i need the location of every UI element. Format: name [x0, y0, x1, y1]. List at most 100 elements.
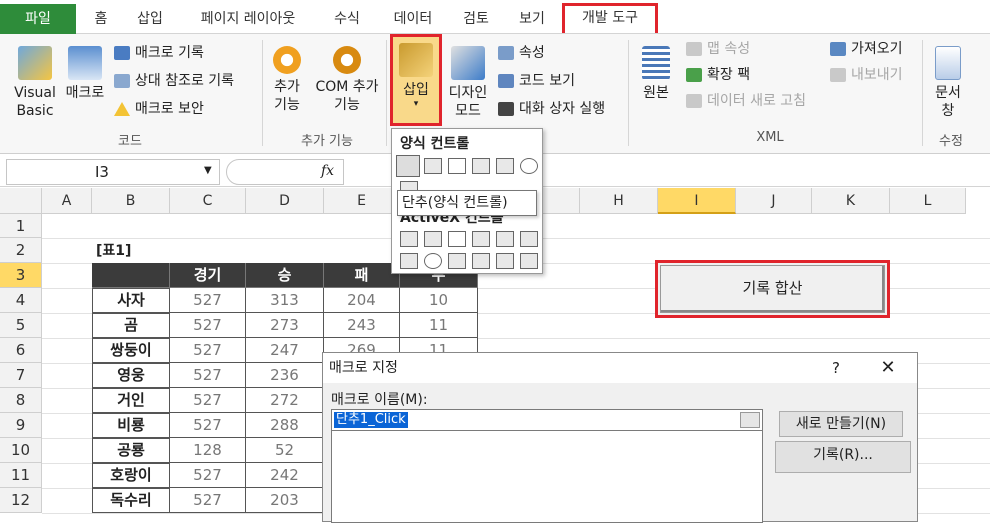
table-row-name[interactable]: 공룡	[92, 438, 170, 463]
row-header-8[interactable]: 8	[0, 388, 42, 413]
form-spin-button-icon[interactable]	[472, 158, 490, 174]
form-checkbox-icon[interactable]	[448, 158, 466, 174]
form-button-control[interactable]	[396, 155, 420, 177]
table-cell[interactable]: 273	[246, 313, 324, 338]
design-mode-button[interactable]: 디자인 모드	[444, 46, 492, 120]
row-header-4[interactable]: 4	[0, 288, 42, 313]
new-macro-button[interactable]: 새로 만들기(N)	[779, 411, 903, 437]
table-cell[interactable]: 288	[246, 413, 324, 438]
table-cell[interactable]: 527	[170, 313, 246, 338]
table-cell[interactable]: 243	[324, 313, 400, 338]
tab-home[interactable]: 홈	[84, 6, 118, 34]
fx-icon[interactable]: fx	[321, 163, 334, 179]
activex-more-controls-icon[interactable]	[520, 253, 538, 269]
table-cell[interactable]: 242	[246, 463, 324, 488]
macro-security-button[interactable]: 매크로 보안	[114, 98, 204, 120]
row-header-3[interactable]: 3	[0, 263, 42, 288]
export-button[interactable]: 내보내기	[830, 64, 903, 86]
table-cell[interactable]: 272	[246, 388, 324, 413]
run-dialog-button[interactable]: 대화 상자 실행	[498, 98, 605, 120]
form-combo-box-icon[interactable]	[424, 158, 442, 174]
macro-name-input[interactable]: 단추1_Click	[331, 409, 763, 431]
collapse-dialog-icon[interactable]	[740, 412, 760, 428]
column-header-j[interactable]: J	[736, 188, 812, 214]
view-code-button[interactable]: 코드 보기	[498, 70, 575, 92]
activex-list-box-icon[interactable]	[472, 231, 490, 247]
activex-option-button-icon[interactable]	[424, 253, 442, 269]
table-row-name[interactable]: 거인	[92, 388, 170, 413]
activex-scroll-bar-icon[interactable]	[520, 231, 538, 247]
table-cell[interactable]: 527	[170, 288, 246, 313]
expansion-packs-button[interactable]: 확장 팩	[686, 64, 750, 86]
table-row-name[interactable]: 사자	[92, 288, 170, 313]
table-cell[interactable]: 527	[170, 363, 246, 388]
import-button[interactable]: 가져오기	[830, 38, 903, 60]
activex-checkbox-icon[interactable]	[448, 231, 466, 247]
column-header-i[interactable]: I	[658, 188, 736, 214]
row-header-1[interactable]: 1	[0, 214, 42, 238]
row-header-12[interactable]: 12	[0, 488, 42, 513]
table-cell[interactable]: 527	[170, 338, 246, 363]
help-icon[interactable]: ?	[823, 353, 849, 383]
activex-spin-button-icon[interactable]	[400, 253, 418, 269]
table-cell[interactable]: 313	[246, 288, 324, 313]
tab-data[interactable]: 데이터	[384, 6, 442, 34]
properties-button[interactable]: 속성	[498, 42, 545, 64]
form-option-button-icon[interactable]	[520, 158, 538, 174]
refresh-data-button[interactable]: 데이터 새로 고침	[686, 90, 806, 112]
table-row-name[interactable]: 영웅	[92, 363, 170, 388]
table-cell[interactable]: 527	[170, 488, 246, 513]
activex-image-icon[interactable]	[472, 253, 490, 269]
form-list-box-icon[interactable]	[496, 158, 514, 174]
activex-text-box-icon[interactable]	[496, 231, 514, 247]
table-cell[interactable]: 236	[246, 363, 324, 388]
column-header-c[interactable]: C	[170, 188, 246, 214]
table-cell[interactable]: 52	[246, 438, 324, 463]
column-header-d[interactable]: D	[246, 188, 324, 214]
table-cell[interactable]: 527	[170, 413, 246, 438]
table-cell[interactable]: 203	[246, 488, 324, 513]
table-cell[interactable]: 128	[170, 438, 246, 463]
tab-insert[interactable]: 삽입	[128, 6, 172, 34]
column-header-e[interactable]: E	[324, 188, 400, 214]
com-add-ins-button[interactable]: COM 추가 기능	[312, 46, 382, 114]
activex-button-icon[interactable]	[400, 231, 418, 247]
tab-developer[interactable]: 개발 도구	[562, 3, 658, 33]
row-header-5[interactable]: 5	[0, 313, 42, 338]
row-header-7[interactable]: 7	[0, 363, 42, 388]
activex-combo-box-icon[interactable]	[424, 231, 442, 247]
row-header-11[interactable]: 11	[0, 463, 42, 488]
tab-file[interactable]: 파일	[0, 4, 76, 34]
row-header-6[interactable]: 6	[0, 338, 42, 363]
table-row-name[interactable]: 비룡	[92, 413, 170, 438]
table-cell[interactable]: 527	[170, 388, 246, 413]
activex-toggle-button-icon[interactable]	[496, 253, 514, 269]
column-header-b[interactable]: B	[92, 188, 170, 214]
tab-review[interactable]: 검토	[454, 6, 498, 34]
column-header-l[interactable]: L	[890, 188, 966, 214]
column-header-h[interactable]: H	[580, 188, 658, 214]
tab-page-layout[interactable]: 페이지 레이아웃	[186, 6, 310, 34]
table-cell[interactable]: 10	[400, 288, 478, 313]
table-row-name[interactable]: 쌍둥이	[92, 338, 170, 363]
table-cell[interactable]: 247	[246, 338, 324, 363]
table-cell[interactable]: 204	[324, 288, 400, 313]
activex-label-icon[interactable]	[448, 253, 466, 269]
visual-basic-button[interactable]: Visual Basic	[8, 46, 62, 120]
select-all-corner[interactable]	[0, 188, 42, 214]
column-header-k[interactable]: K	[812, 188, 890, 214]
table-cell[interactable]: 527	[170, 463, 246, 488]
record-macro-dialog-button[interactable]: 기록(R)...	[775, 441, 911, 473]
macro-list[interactable]	[331, 431, 763, 523]
table-row-name[interactable]: 독수리	[92, 488, 170, 513]
insert-control-button[interactable]: 삽입 ▾	[390, 34, 442, 126]
row-header-2[interactable]: 2	[0, 238, 42, 263]
tab-view[interactable]: 보기	[510, 6, 554, 34]
column-header-a[interactable]: A	[42, 188, 92, 214]
table-row-name[interactable]: 곰	[92, 313, 170, 338]
relative-reference-button[interactable]: 상대 참조로 기록	[114, 70, 234, 92]
record-sum-button[interactable]: 기록 합산	[655, 260, 890, 318]
row-header-10[interactable]: 10	[0, 438, 42, 463]
xml-source-button[interactable]: 원본	[636, 46, 676, 102]
row-header-9[interactable]: 9	[0, 413, 42, 438]
